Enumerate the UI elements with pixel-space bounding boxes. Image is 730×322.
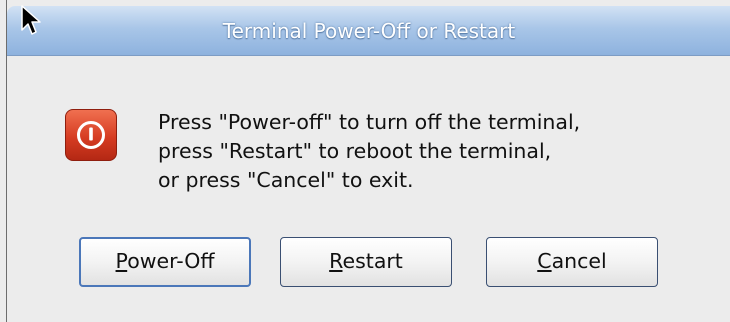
window-title: Terminal Power-Off or Restart [222, 19, 516, 43]
cancel-button[interactable]: Cancel [486, 237, 658, 287]
message-line: press "Restart" to reboot the terminal, [158, 139, 552, 163]
power-off-button[interactable]: Power-Off [79, 237, 251, 287]
message-line: or press "Cancel" to exit. [158, 168, 414, 192]
title-bar[interactable]: Terminal Power-Off or Restart [7, 6, 730, 56]
restart-button[interactable]: Restart [280, 237, 452, 287]
power-icon [65, 109, 117, 161]
message-line: Press "Power-off" to turn off the termin… [158, 110, 581, 134]
power-dialog: Terminal Power-Off or Restart Press "Pow… [6, 0, 730, 322]
dialog-message: Press "Power-off" to turn off the termin… [158, 108, 580, 195]
mouse-cursor-icon [20, 4, 42, 40]
